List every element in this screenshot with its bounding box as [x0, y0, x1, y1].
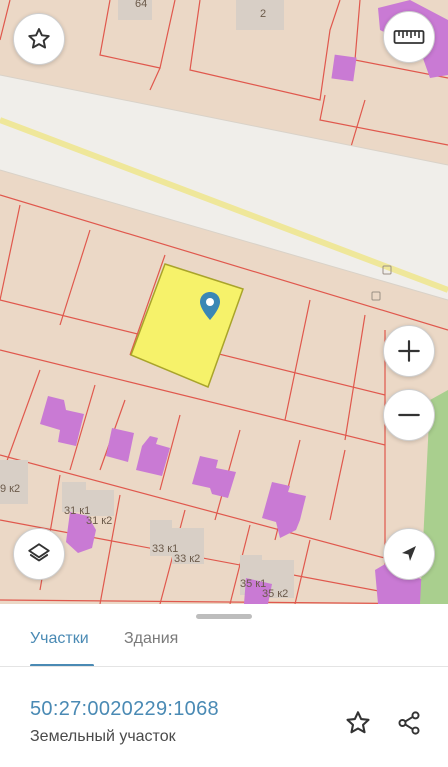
layers-button[interactable]: [13, 528, 65, 580]
tab-bar: Участки Здания: [0, 622, 448, 667]
zoom-out-button[interactable]: [383, 389, 435, 441]
minus-icon: [398, 413, 420, 417]
divider: [0, 666, 448, 667]
ruler-button[interactable]: [383, 11, 435, 63]
house-label: 2: [260, 8, 267, 20]
house-label: 64: [135, 0, 148, 10]
navigation-arrow-icon: [402, 546, 416, 561]
building: [331, 54, 357, 82]
locate-button[interactable]: [383, 528, 435, 580]
info-panel: Участки Здания 50:27:0020229:1068 Земель…: [0, 604, 448, 767]
plus-icon: [398, 340, 420, 362]
layers-icon: [28, 543, 50, 562]
ruler-icon: [393, 30, 425, 44]
object-type: Земельный участок: [30, 728, 176, 745]
panel-favorite-button[interactable]: [340, 705, 376, 741]
favorite-button[interactable]: [13, 13, 65, 65]
house-label: 33 к2: [174, 553, 201, 565]
star-outline-icon: [346, 711, 370, 734]
house-label: 35 к2: [262, 588, 289, 600]
share-button[interactable]: [391, 705, 427, 741]
house-label: 31 к2: [86, 515, 113, 527]
tab-buildings[interactable]: Здания: [124, 630, 178, 648]
star-outline-icon: [28, 28, 50, 49]
map-view[interactable]: 64 2 9 к2 31 к1 31 к2 33 к1 33 к2 35 к1 …: [0, 0, 448, 604]
share-icon: [398, 711, 420, 735]
drag-handle[interactable]: [196, 614, 252, 619]
house-label: 9 к2: [0, 483, 21, 495]
cadastral-number[interactable]: 50:27:0020229:1068: [30, 698, 219, 721]
zoom-in-button[interactable]: [383, 325, 435, 377]
location-pin-icon[interactable]: [198, 291, 222, 321]
tab-parcels[interactable]: Участки: [30, 630, 89, 648]
